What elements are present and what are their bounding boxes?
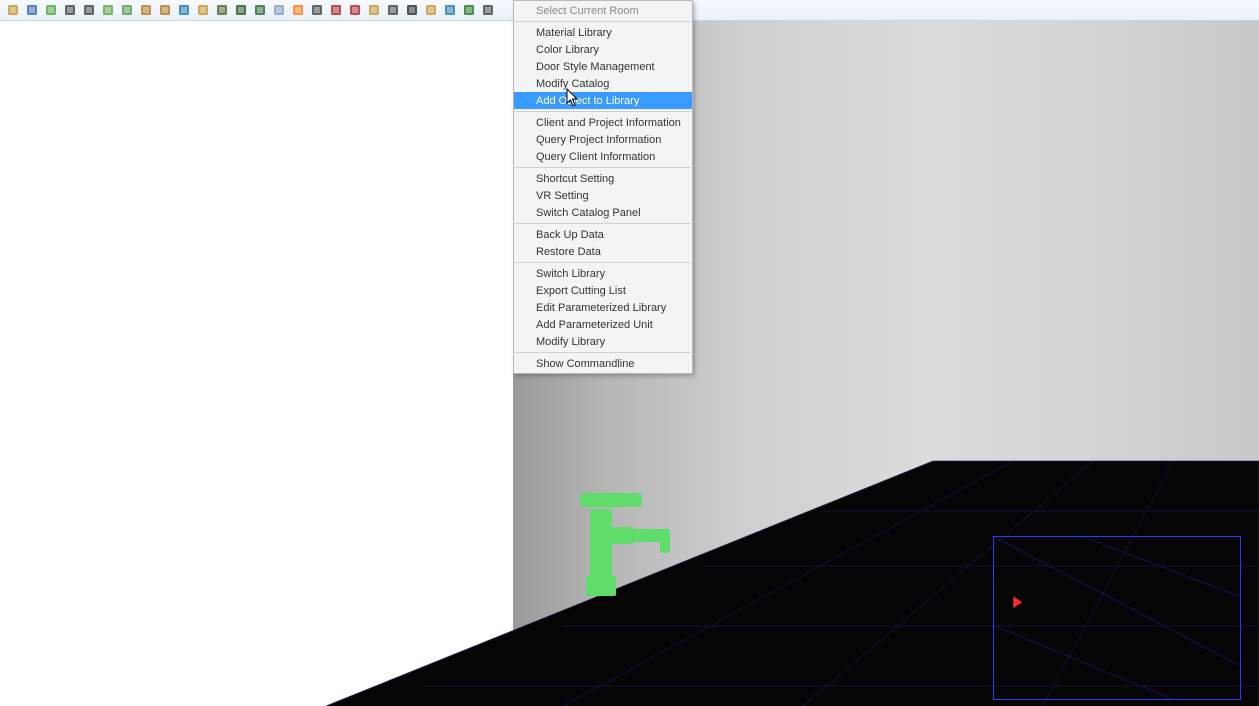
grid-icon[interactable]	[270, 2, 287, 19]
minimap[interactable]	[993, 536, 1241, 700]
menu-item-add_object_to_library[interactable]: Add Object to Library	[514, 92, 692, 109]
menu-item-query_project_info[interactable]: Query Project Information	[514, 131, 692, 148]
menu-item-modify_catalog[interactable]: Modify Catalog	[514, 75, 692, 92]
window-icon[interactable]	[194, 2, 211, 19]
menu-separator	[515, 352, 691, 353]
menu-item-vr_setting[interactable]: VR Setting	[514, 187, 692, 204]
menu-item-show_commandline[interactable]: Show Commandline	[514, 355, 692, 372]
menu-item-back_up_data[interactable]: Back Up Data	[514, 226, 692, 243]
refresh-icon[interactable]	[99, 2, 116, 19]
axis-icon[interactable]	[327, 2, 344, 19]
tools-dropdown-menu: Select Current Room Material LibraryColor…	[513, 0, 693, 374]
down-icon[interactable]	[308, 2, 325, 19]
menu-item-shortcut_setting[interactable]: Shortcut Setting	[514, 170, 692, 187]
menu-item-add_param_unit[interactable]: Add Parameterized Unit	[514, 316, 692, 333]
menu-separator	[515, 223, 691, 224]
node-icon[interactable]	[289, 2, 306, 19]
menu-item-color_library[interactable]: Color Library	[514, 41, 692, 58]
new-icon[interactable]	[42, 2, 59, 19]
pointer-icon[interactable]	[403, 2, 420, 19]
run-icon[interactable]	[346, 2, 363, 19]
menu-item-material_library[interactable]: Material Library	[514, 24, 692, 41]
step-icon[interactable]	[80, 2, 97, 19]
play-icon[interactable]	[61, 2, 78, 19]
skip-icon[interactable]	[365, 2, 382, 19]
menu-item-export_cutting_list[interactable]: Export Cutting List	[514, 282, 692, 299]
back-icon[interactable]	[479, 2, 496, 19]
save-icon[interactable]	[23, 2, 40, 19]
menu-item-edit_param_library[interactable]: Edit Parameterized Library	[514, 299, 692, 316]
menu-item-client_project_info[interactable]: Client and Project Information	[514, 114, 692, 131]
tree-icon[interactable]	[460, 2, 477, 19]
up-icon[interactable]	[156, 2, 173, 19]
menu-separator	[515, 167, 691, 168]
menu-item-restore_data[interactable]: Restore Data	[514, 243, 692, 260]
menu-item-switch_catalog_panel[interactable]: Switch Catalog Panel	[514, 204, 692, 221]
cycle-icon[interactable]	[118, 2, 135, 19]
camera-marker-icon	[1013, 596, 1022, 608]
menu-item-modify_library[interactable]: Modify Library	[514, 333, 692, 350]
wall-left	[3, 21, 563, 706]
open-icon[interactable]	[4, 2, 21, 19]
box-icon[interactable]	[422, 2, 439, 19]
menu-separator	[515, 262, 691, 263]
loop-icon[interactable]	[384, 2, 401, 19]
menu-item-query_client_info[interactable]: Query Client Information	[514, 148, 692, 165]
home-icon[interactable]	[137, 2, 154, 19]
panel-icon[interactable]	[213, 2, 230, 19]
panel3-icon[interactable]	[251, 2, 268, 19]
menu-separator	[515, 21, 691, 22]
panel2-icon[interactable]	[232, 2, 249, 19]
globe-icon[interactable]	[175, 2, 192, 19]
menu-item-select_current_room[interactable]: Select Current Room	[514, 2, 692, 19]
menu-item-door_style_management[interactable]: Door Style Management	[514, 58, 692, 75]
earth-icon[interactable]	[441, 2, 458, 19]
menu-item-switch_library[interactable]: Switch Library	[514, 265, 692, 282]
menu-separator	[515, 111, 691, 112]
